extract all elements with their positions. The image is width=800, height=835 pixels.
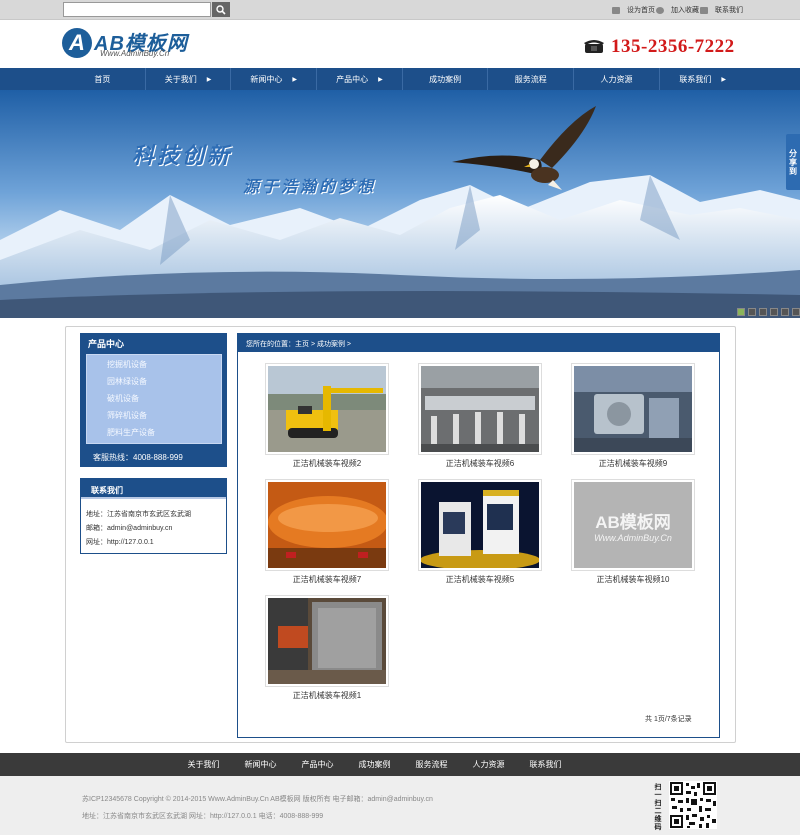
placeholder-logo-image: AB模板网 Www.AdminBuy.Cn: [574, 482, 692, 568]
nav-service[interactable]: 服务流程: [488, 68, 575, 90]
service-hotline: 客服热线：4008-888-999: [93, 453, 183, 462]
chevron-right-icon: ▶: [721, 76, 726, 83]
contact-title: 联系我们: [91, 486, 123, 495]
case-caption[interactable]: 正洁机械装车视频10: [558, 574, 708, 585]
nav-products[interactable]: 产品中心 ▶: [317, 68, 403, 90]
qr-code-icon: [669, 781, 717, 829]
banner-image: [0, 90, 800, 318]
footer-nav-service[interactable]: 服务流程: [403, 753, 460, 776]
contact-address: 地址：江苏省南京市玄武区玄武湖: [86, 511, 191, 518]
case-caption[interactable]: 正洁机械装车视频6: [405, 458, 555, 469]
case-thumbnail[interactable]: [418, 479, 542, 571]
cnc-machines-image: [421, 482, 539, 568]
workshop-machinery-image: [574, 366, 692, 452]
product-category-item[interactable]: 挖掘机设备: [107, 359, 147, 370]
product-category-item[interactable]: 肥料生产设备: [107, 427, 155, 438]
case-thumbnail[interactable]: [571, 363, 695, 455]
chevron-right-icon: ▶: [206, 76, 212, 83]
case-thumbnail[interactable]: [265, 479, 389, 571]
yellow-drill-rig-image: [268, 366, 386, 452]
nav-news[interactable]: 新闻中心 ▶: [231, 68, 318, 90]
product-category-item[interactable]: 破机设备: [107, 393, 139, 404]
star-icon: [656, 6, 664, 14]
contact-link[interactable]: 联系我们: [700, 5, 743, 15]
home-icon: [612, 6, 620, 14]
logo-subtitle: Www.AdminBuy.Cn: [100, 49, 170, 58]
logo-badge[interactable]: A: [62, 28, 92, 58]
slide-dot[interactable]: [781, 308, 789, 316]
add-favorite-link[interactable]: 加入收藏: [656, 5, 699, 15]
slide-dot[interactable]: [737, 308, 745, 316]
case-caption[interactable]: 正洁机械装车视频5: [405, 574, 555, 585]
factory-line-image: [421, 366, 539, 452]
footer-address: 地址：江苏省南京市玄武区玄武湖 网址：http://127.0.0.1 电话：4…: [82, 813, 324, 820]
slide-dot[interactable]: [748, 308, 756, 316]
case-caption[interactable]: 正洁机械装车视频7: [252, 574, 402, 585]
case-thumbnail[interactable]: [265, 595, 389, 687]
slide-dot[interactable]: [770, 308, 778, 316]
slide-dot[interactable]: [792, 308, 800, 316]
footer-nav-about[interactable]: 关于我们: [175, 753, 232, 776]
nav-contact[interactable]: 联系我们 ▶: [660, 68, 746, 90]
footer-nav-hr[interactable]: 人力资源: [460, 753, 517, 776]
qr-label: 扫一扫二维码: [654, 784, 662, 831]
slide-dot[interactable]: [759, 308, 767, 316]
footer-nav-news[interactable]: 新闻中心: [232, 753, 289, 776]
banner-subtitle: 源于浩瀚的梦想: [243, 179, 377, 196]
search-button[interactable]: [212, 2, 230, 17]
case-caption[interactable]: 正洁机械装车视频2: [252, 458, 402, 469]
chevron-right-icon: ▶: [292, 76, 298, 83]
chevron-right-icon: ▶: [378, 76, 383, 83]
case-thumbnail[interactable]: [265, 363, 389, 455]
telephone-icon: [584, 40, 604, 53]
footer-nav-contact[interactable]: 联系我们: [517, 753, 574, 776]
nav-hr[interactable]: 人力资源: [574, 68, 660, 90]
set-homepage-link[interactable]: 设为首页: [612, 5, 655, 15]
hotline-number: 135-2356-7222: [611, 36, 735, 57]
footer-copyright: 苏ICP12345678 Copyright © 2014-2015 Www.A…: [82, 796, 433, 803]
case-thumbnail[interactable]: AB模板网 Www.AdminBuy.Cn: [571, 479, 695, 571]
product-category-item[interactable]: 园林绿设备: [107, 376, 147, 387]
footer-nav-cases[interactable]: 成功案例: [346, 753, 403, 776]
product-category-list: 挖掘机设备 园林绿设备 破机设备 筛碎机设备 肥料生产设备: [86, 354, 222, 444]
main-nav: 首页 关于我们 ▶ 新闻中心 ▶ 产品中心 ▶ 成功案例 服务流程 人力资源 联系我们…: [0, 68, 800, 90]
product-center-title: 产品中心: [88, 339, 125, 349]
contact-website: 网址：http://127.0.0.1: [86, 539, 154, 546]
contact-email: 邮箱：admin@adminbuy.cn: [86, 525, 173, 532]
orange-tank-image: [268, 482, 386, 568]
breadcrumb[interactable]: 您所在的位置：主页 > 成功案例 >: [246, 339, 351, 349]
nav-about[interactable]: 关于我们 ▶: [146, 68, 232, 90]
container-loading-image: [268, 598, 386, 684]
footer-nav: 关于我们 新闻中心 产品中心 成功案例 服务流程 人力资源 联系我们: [0, 753, 800, 776]
case-thumbnail[interactable]: [418, 363, 542, 455]
footer-nav-products[interactable]: 产品中心: [289, 753, 346, 776]
nav-home[interactable]: 首页: [60, 68, 146, 90]
banner-title: 科技创新: [132, 143, 233, 168]
nav-cases[interactable]: 成功案例: [403, 68, 489, 90]
case-caption[interactable]: 正洁机械装车视频1: [252, 690, 402, 701]
search-input[interactable]: [63, 2, 211, 17]
search-icon: [216, 4, 226, 15]
mail-icon: [700, 6, 708, 14]
pagination-info: 共 1页/7条记录: [645, 716, 692, 723]
case-caption[interactable]: 正洁机械装车视频9: [558, 458, 708, 469]
product-category-item[interactable]: 筛碎机设备: [107, 410, 147, 421]
share-tab[interactable]: 分 享 到: [786, 134, 800, 190]
